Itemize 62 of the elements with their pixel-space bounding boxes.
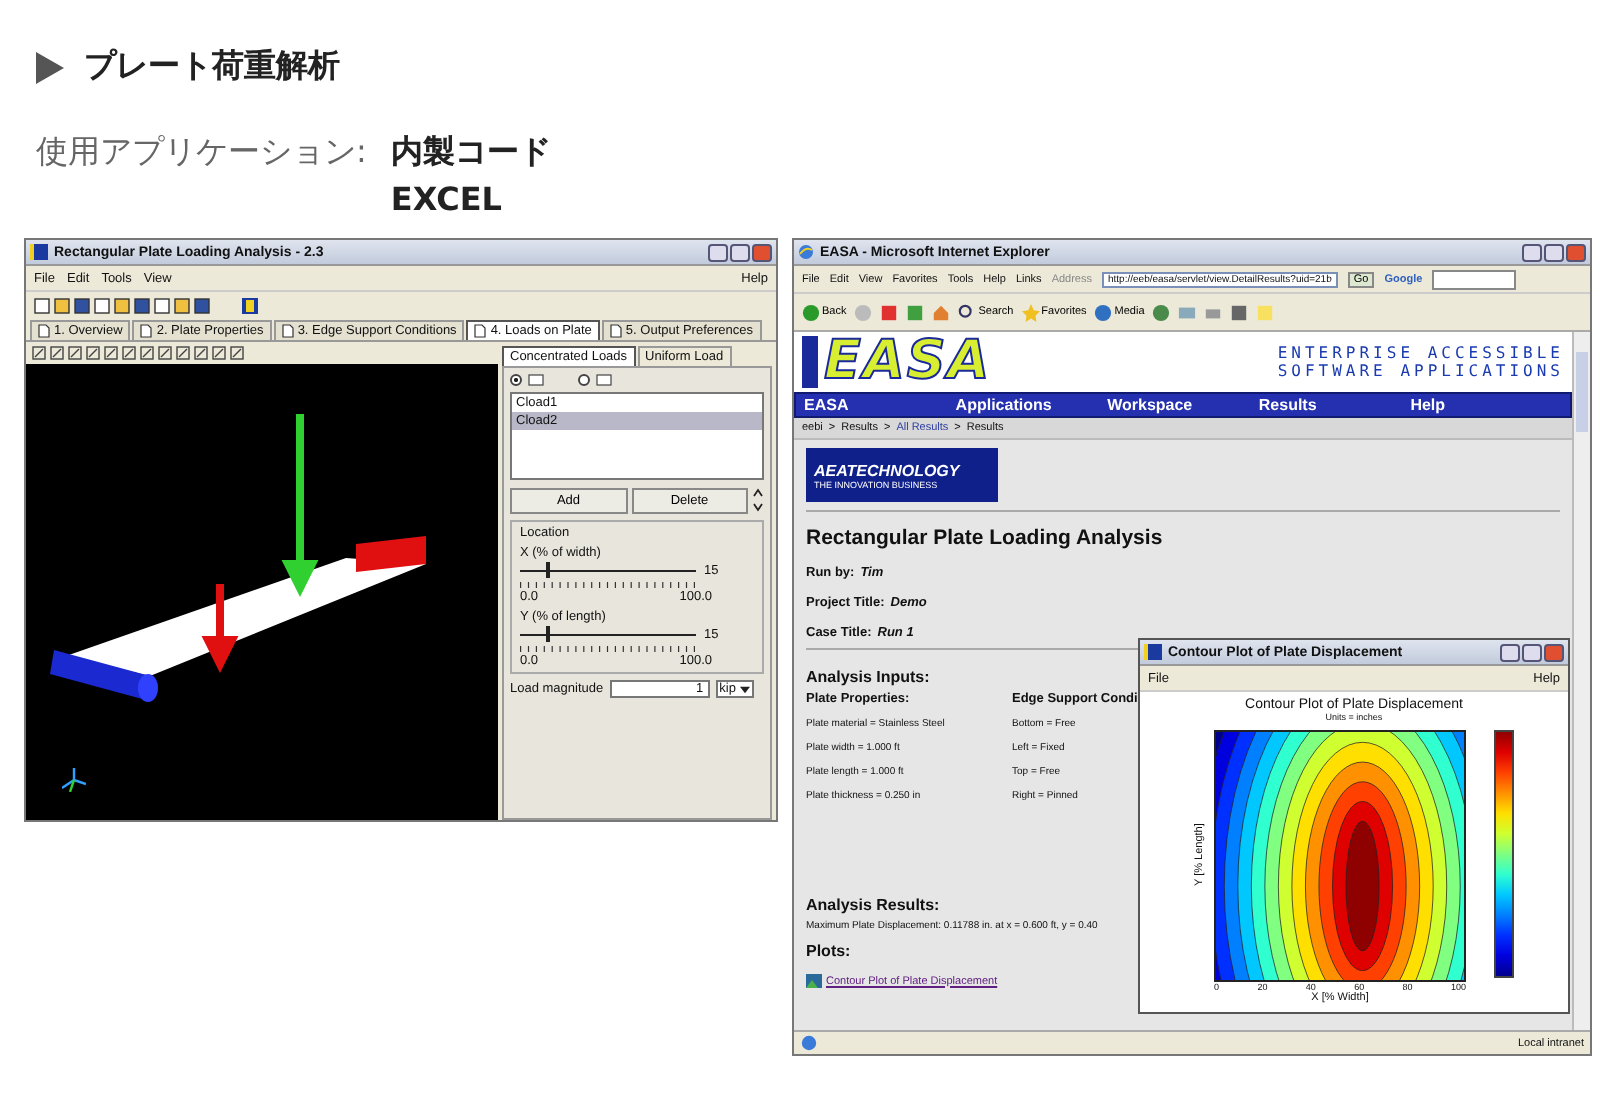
close-button[interactable]: [752, 243, 772, 261]
info-value: EXCEL: [390, 178, 504, 222]
star-icon: [1021, 303, 1040, 321]
close-button[interactable]: [1566, 243, 1586, 261]
view-tool-icon[interactable]: [176, 346, 190, 360]
minimize-button[interactable]: [1522, 243, 1542, 261]
nav-link[interactable]: Results: [1258, 396, 1411, 414]
radio-button[interactable]: [510, 374, 522, 386]
slider-thumb[interactable]: [546, 562, 551, 578]
triangle-icon: [36, 51, 64, 83]
document-icon: [474, 324, 487, 338]
info-value: 内製コード: [390, 130, 551, 174]
minimize-button[interactable]: [1500, 643, 1520, 661]
view-tool-icon[interactable]: [230, 346, 244, 360]
document-icon: [38, 324, 50, 338]
section-title: Analysis Inputs:: [806, 668, 930, 686]
nav-link[interactable]: EASA: [804, 396, 956, 414]
view-tool-icon[interactable]: [50, 346, 64, 360]
section-title: Plots:: [806, 942, 851, 960]
dropdown-arrow-icon: [739, 685, 750, 693]
radio-button[interactable]: [578, 374, 590, 386]
list-view-icon: [596, 374, 612, 386]
view-tool-icon[interactable]: [104, 346, 118, 360]
view-tool-icon[interactable]: [86, 346, 100, 360]
info-label: 使用アプリケーション:: [36, 130, 367, 174]
report-title: Rectangular Plate Loading Analysis: [806, 526, 1163, 550]
view-tool-icon[interactable]: [212, 346, 226, 360]
search-icon: [958, 303, 977, 321]
scrollbar[interactable]: [1572, 332, 1590, 1030]
document-icon: [609, 324, 622, 338]
document-icon: [281, 324, 294, 338]
axes-icon: [62, 768, 86, 792]
view-tool-icon[interactable]: [122, 346, 136, 360]
app-icon: [30, 244, 48, 260]
close-button[interactable]: [1544, 643, 1564, 661]
maximize-button[interactable]: [730, 243, 750, 261]
list-view-icon: [528, 374, 544, 386]
maximize-button[interactable]: [1522, 643, 1542, 661]
company-name: AEATECHNOLOGY: [814, 461, 963, 479]
view-tool-icon[interactable]: [194, 346, 208, 360]
minimize-button[interactable]: [708, 243, 728, 261]
nav-link[interactable]: Workspace: [1107, 396, 1259, 414]
maximize-button[interactable]: [1544, 243, 1564, 261]
view-tool-icon[interactable]: [68, 346, 82, 360]
view-tool-icon[interactable]: [158, 346, 172, 360]
document-icon: [140, 324, 153, 338]
view-tool-icon[interactable]: [140, 346, 154, 360]
page-title: プレート荷重解析: [84, 46, 340, 88]
app-icon: [1144, 644, 1162, 660]
search-field[interactable]: [1432, 269, 1517, 289]
section-title: Analysis Results:: [806, 896, 940, 914]
page-icon: [800, 1034, 818, 1052]
nav-link[interactable]: Applications: [955, 396, 1108, 414]
view-tool-icon[interactable]: [32, 346, 46, 360]
slider-thumb[interactable]: [546, 626, 551, 642]
tagline: SOFTWARE APPLICATIONS: [1277, 362, 1564, 380]
image-icon: [806, 974, 822, 988]
app-logo-icon[interactable]: [242, 297, 258, 313]
spinner-icon[interactable]: [752, 486, 764, 514]
tagline: ENTERPRISE ACCESSIBLE: [1277, 344, 1564, 362]
browser-icon: [798, 244, 814, 260]
nav-link[interactable]: Help: [1410, 396, 1562, 414]
